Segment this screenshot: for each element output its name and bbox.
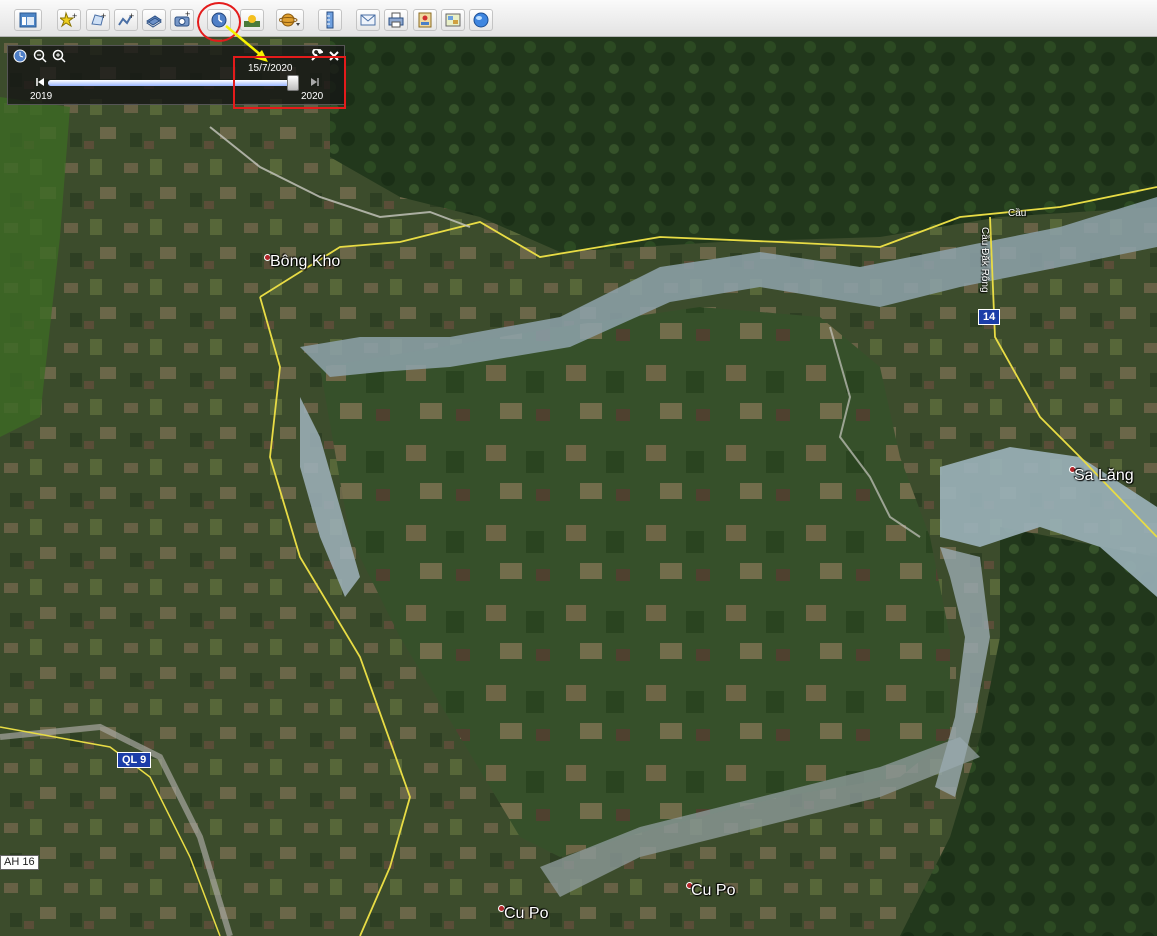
camera-icon: + <box>174 11 190 27</box>
print-icon <box>388 12 404 28</box>
email-icon <box>360 14 376 26</box>
path-icon: + <box>118 11 134 26</box>
route-badge-ql9: QL 9 <box>117 752 152 768</box>
annotation-red-box <box>233 56 346 109</box>
save-image-icon <box>418 12 432 28</box>
route-badge-ah16: AH 16 <box>0 855 39 870</box>
start-year-label: 2019 <box>30 91 53 102</box>
sunlight-button[interactable] <box>240 9 264 31</box>
svg-text:+: + <box>101 11 106 21</box>
svg-text:+: + <box>72 11 77 21</box>
svg-text:+: + <box>129 11 134 21</box>
place-label-cu-po-east[interactable]: Cu Po <box>691 882 735 900</box>
label-bridge-dak-rong: Cầu Đăk Rông <box>979 227 990 293</box>
polygon-icon: + <box>91 11 106 26</box>
earth-web-button[interactable] <box>469 9 493 31</box>
sidebar-icon <box>19 12 37 28</box>
route-badge-14: 14 <box>978 309 1001 325</box>
save-image-button[interactable] <box>413 9 437 31</box>
annotation-red-circle <box>197 2 241 42</box>
zoom-out-icon[interactable] <box>32 48 48 64</box>
planet-icon <box>279 13 300 27</box>
add-polygon-button[interactable]: + <box>86 9 110 31</box>
switch-planet-button[interactable] <box>276 9 304 31</box>
ruler-button[interactable] <box>318 9 342 31</box>
print-button[interactable] <box>384 9 408 31</box>
globe-icon <box>473 12 489 28</box>
ruler-icon <box>326 11 334 29</box>
svg-text:+: + <box>185 11 190 19</box>
map-view-icon <box>445 13 461 27</box>
satellite-map[interactable]: Bông Kho Sa Lăng Cu Po Cu Po Cầu Cầu Đăk… <box>0 37 1157 936</box>
record-tour-button[interactable]: + <box>170 9 194 31</box>
sun-icon <box>244 15 260 27</box>
add-placemark-button[interactable]: + <box>57 9 81 31</box>
view-in-maps-button[interactable] <box>441 9 465 31</box>
place-label-bong-kho[interactable]: Bông Kho <box>270 253 340 271</box>
pushpin-icon: + <box>60 11 77 28</box>
add-path-button[interactable]: + <box>114 9 138 31</box>
add-image-overlay-button[interactable] <box>142 9 166 31</box>
label-bridge: Cầu <box>1008 208 1027 219</box>
skip-back-icon[interactable] <box>32 74 48 90</box>
place-label-sa-lang[interactable]: Sa Lăng <box>1074 467 1134 485</box>
place-label-cu-po-west[interactable]: Cu Po <box>504 905 548 923</box>
zoom-in-icon[interactable] <box>51 48 67 64</box>
satellite-imagery <box>0 37 1157 936</box>
hide-sidebar-button[interactable] <box>14 9 42 31</box>
toolbar: + + + + <box>0 0 1157 37</box>
email-button[interactable] <box>356 9 380 31</box>
clock-icon[interactable] <box>12 48 28 64</box>
image-overlay-icon <box>146 15 162 28</box>
